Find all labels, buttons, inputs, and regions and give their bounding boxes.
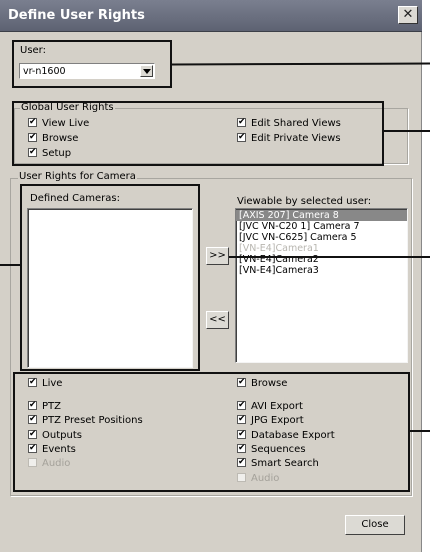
defined-cameras-callout-line [0, 264, 20, 266]
close-button[interactable]: Close [345, 515, 405, 535]
list-item[interactable]: [JVC VN-C625] Camera 5 [236, 232, 407, 243]
user-callout-box [12, 40, 172, 88]
list-item[interactable]: [JVC VN-C20 1] Camera 7 [236, 221, 407, 232]
camera-rights-legend: User Rights for Camera [18, 171, 137, 182]
camera-rights-callout-line [410, 430, 430, 432]
list-item[interactable]: [AXIS 207] Camera 8 [236, 210, 407, 221]
close-window-icon[interactable]: ✕ [398, 6, 418, 24]
list-item[interactable]: [VN-E4]Camera3 [236, 265, 407, 276]
add-camera-button[interactable]: >> [206, 247, 229, 265]
defined-cameras-callout-box [20, 184, 200, 371]
dialog-title: Define User Rights [8, 8, 145, 23]
viewable-label: Viewable by selected user: [237, 196, 372, 207]
remove-camera-button[interactable]: << [206, 311, 229, 329]
viewable-cameras-list[interactable]: [AXIS 207] Camera 8 [JVC VN-C20 1] Camer… [235, 208, 408, 363]
list-item[interactable]: [VN-E4]Camera1 [236, 243, 407, 254]
add-button-callout-line [229, 256, 430, 258]
camera-rights-callout-box [13, 372, 410, 492]
global-rights-callout-box [12, 101, 384, 166]
global-rights-callout-line [384, 130, 430, 132]
title-bar[interactable]: Define User Rights ✕ [0, 0, 422, 32]
